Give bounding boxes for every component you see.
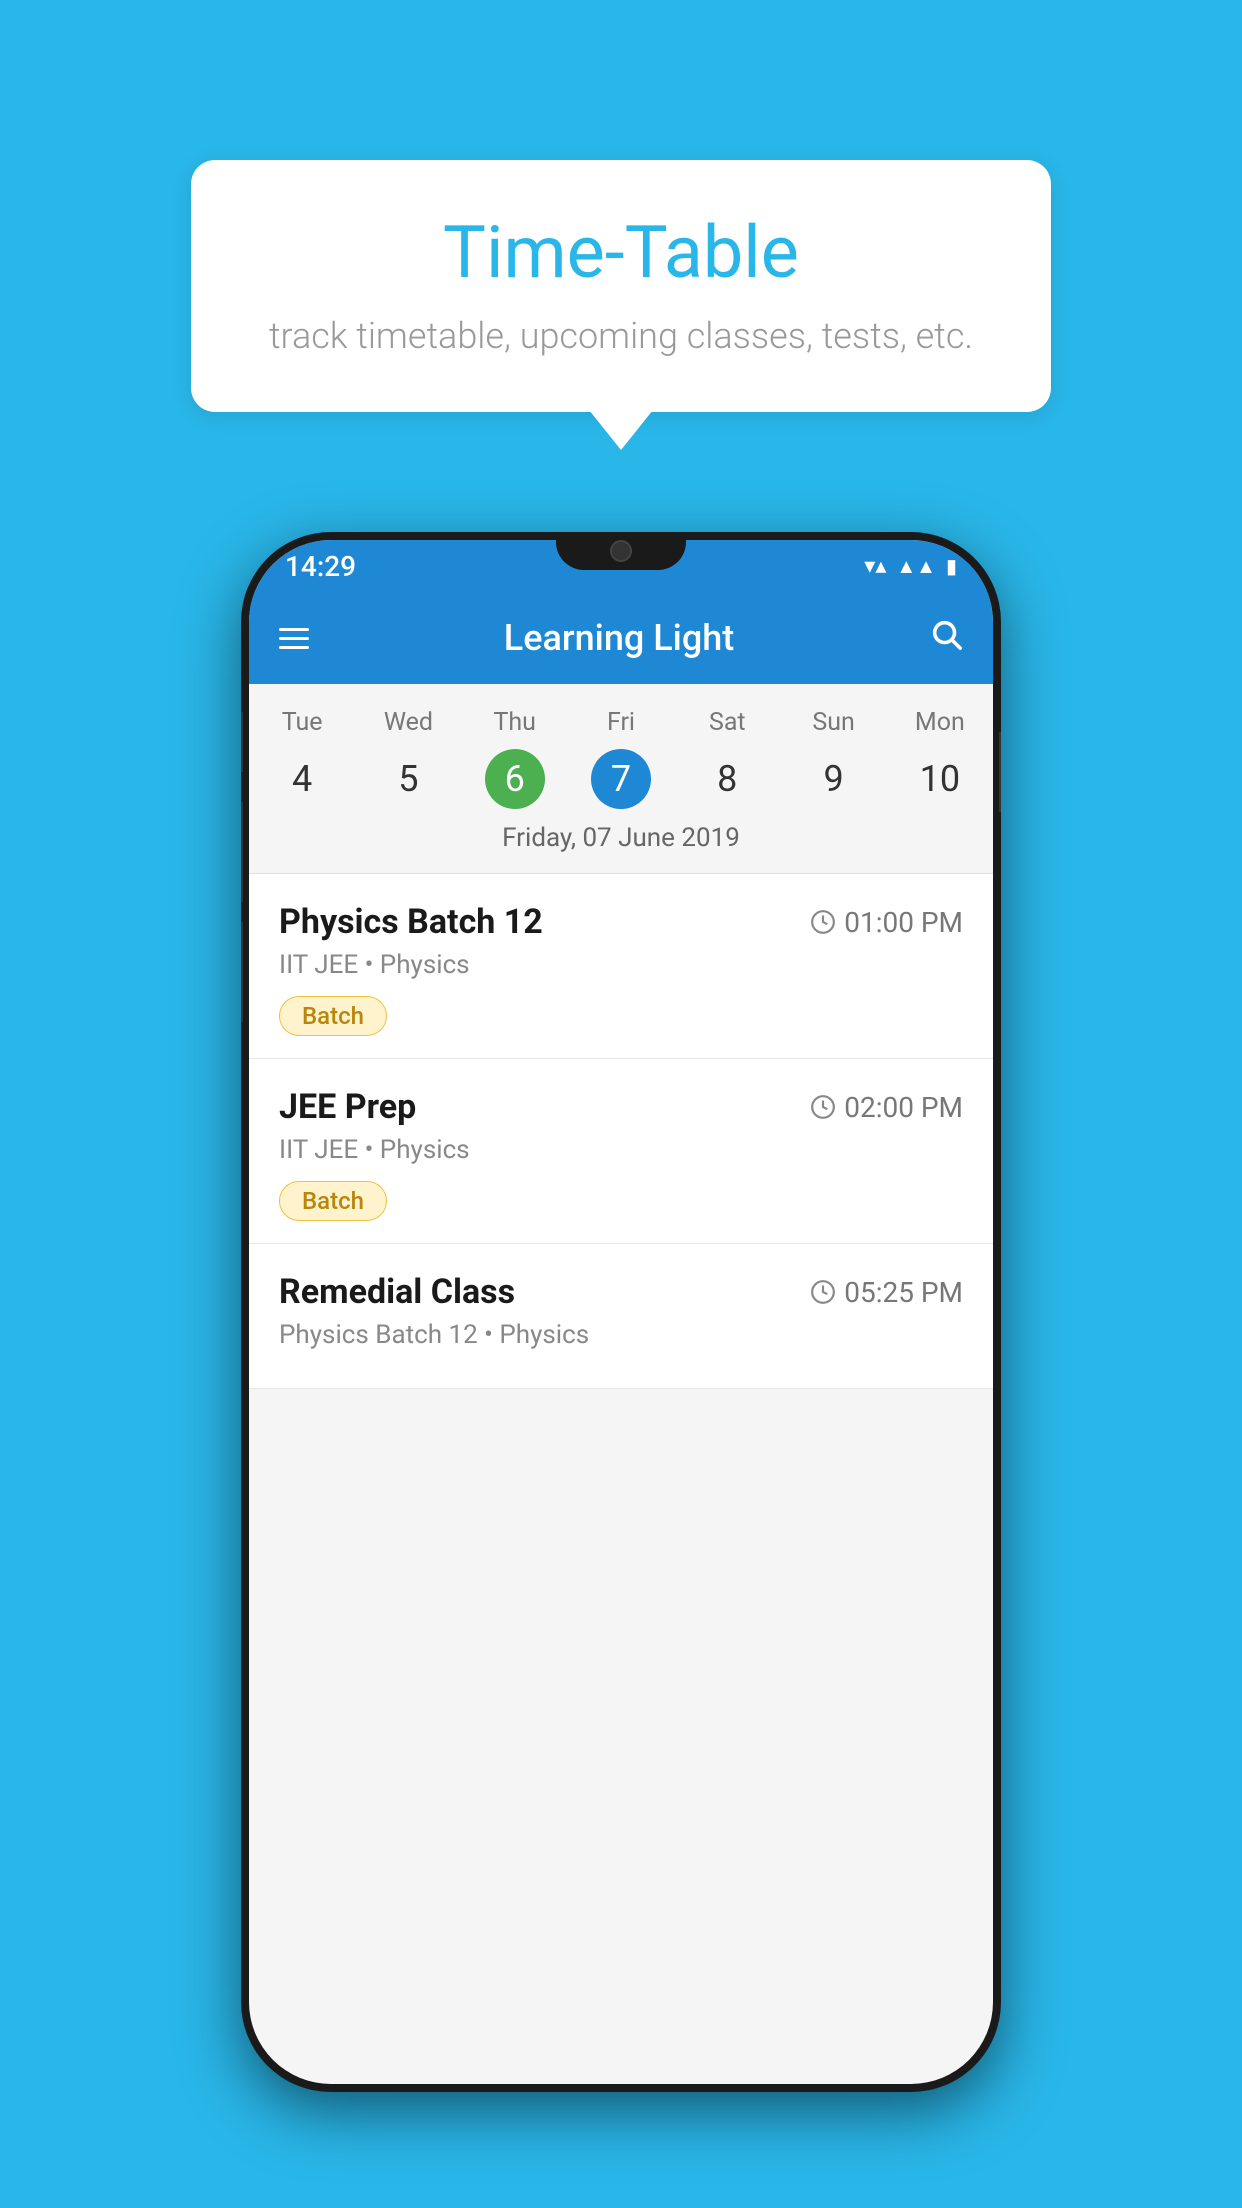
front-camera bbox=[610, 540, 632, 562]
battery-icon: ▮ bbox=[946, 554, 957, 578]
status-time: 14:29 bbox=[285, 550, 356, 583]
schedule-badge-2: Batch bbox=[279, 1181, 387, 1221]
app-title: Learning Light bbox=[309, 617, 929, 659]
phone-mockup: 14:29 ▾▴ ▲▲ ▮ Learning Light bbox=[241, 532, 1001, 2112]
date-10[interactable]: 10 bbox=[910, 749, 970, 809]
signal-icon: ▲▲ bbox=[896, 554, 936, 579]
phone-screen: 14:29 ▾▴ ▲▲ ▮ Learning Light bbox=[249, 540, 993, 2084]
volume-up-button bbox=[241, 802, 243, 902]
day-sat: Sat bbox=[674, 704, 780, 741]
schedule-time-3: 05:25 PM bbox=[810, 1276, 963, 1309]
days-header: Tue Wed Thu Fri Sat Sun Mon bbox=[249, 704, 993, 741]
tooltip-title: Time-Table bbox=[251, 210, 991, 295]
schedule-title-1: Physics Batch 12 bbox=[279, 902, 543, 942]
schedule-item-1-header: Physics Batch 12 01:00 PM bbox=[279, 902, 963, 942]
wifi-icon: ▾▴ bbox=[864, 554, 886, 579]
day-sun: Sun bbox=[780, 704, 886, 741]
date-4[interactable]: 4 bbox=[272, 749, 332, 809]
clock-icon-2 bbox=[810, 1094, 836, 1120]
schedule-subject-1: IIT JEE • Physics bbox=[279, 950, 963, 980]
schedule-item-2[interactable]: JEE Prep 02:00 PM IIT JEE • Physics Batc… bbox=[249, 1059, 993, 1244]
day-wed: Wed bbox=[355, 704, 461, 741]
search-button[interactable] bbox=[929, 617, 963, 660]
date-5[interactable]: 5 bbox=[378, 749, 438, 809]
date-8[interactable]: 8 bbox=[697, 749, 757, 809]
schedule-item-2-header: JEE Prep 02:00 PM bbox=[279, 1087, 963, 1127]
selected-date-label: Friday, 07 June 2019 bbox=[249, 809, 993, 863]
schedule-title-2: JEE Prep bbox=[279, 1087, 416, 1127]
date-7-selected[interactable]: 7 bbox=[591, 749, 651, 809]
day-mon: Mon bbox=[887, 704, 993, 741]
calendar-strip: Tue Wed Thu Fri Sat Sun Mon 4 5 6 7 8 9 … bbox=[249, 684, 993, 874]
schedule-subject-3: Physics Batch 12 • Physics bbox=[279, 1320, 963, 1350]
schedule-item-3[interactable]: Remedial Class 05:25 PM Physics Batch 12… bbox=[249, 1244, 993, 1389]
menu-icon[interactable] bbox=[279, 628, 309, 649]
status-icons: ▾▴ ▲▲ ▮ bbox=[864, 554, 957, 579]
app-bar: Learning Light bbox=[249, 592, 993, 684]
schedule-item-1[interactable]: Physics Batch 12 01:00 PM IIT JEE • Phys… bbox=[249, 874, 993, 1059]
schedule-time-1: 01:00 PM bbox=[810, 906, 963, 939]
tooltip-card: Time-Table track timetable, upcoming cla… bbox=[191, 160, 1051, 412]
schedule-time-2: 02:00 PM bbox=[810, 1091, 963, 1124]
silent-button bbox=[241, 712, 243, 772]
volume-down-button bbox=[241, 922, 243, 1022]
schedule-item-3-header: Remedial Class 05:25 PM bbox=[279, 1272, 963, 1312]
schedule-list: Physics Batch 12 01:00 PM IIT JEE • Phys… bbox=[249, 874, 993, 1389]
date-6-today[interactable]: 6 bbox=[485, 749, 545, 809]
day-fri: Fri bbox=[568, 704, 674, 741]
clock-icon-3 bbox=[810, 1279, 836, 1305]
day-thu: Thu bbox=[462, 704, 568, 741]
schedule-badge-1: Batch bbox=[279, 996, 387, 1036]
phone-notch bbox=[556, 532, 686, 570]
day-tue: Tue bbox=[249, 704, 355, 741]
days-numbers: 4 5 6 7 8 9 10 bbox=[249, 749, 993, 809]
phone-body: 14:29 ▾▴ ▲▲ ▮ Learning Light bbox=[241, 532, 1001, 2092]
date-9[interactable]: 9 bbox=[804, 749, 864, 809]
clock-icon-1 bbox=[810, 909, 836, 935]
schedule-title-3: Remedial Class bbox=[279, 1272, 515, 1312]
tooltip-subtitle: track timetable, upcoming classes, tests… bbox=[251, 315, 991, 357]
power-button bbox=[999, 732, 1001, 812]
schedule-subject-2: IIT JEE • Physics bbox=[279, 1135, 963, 1165]
